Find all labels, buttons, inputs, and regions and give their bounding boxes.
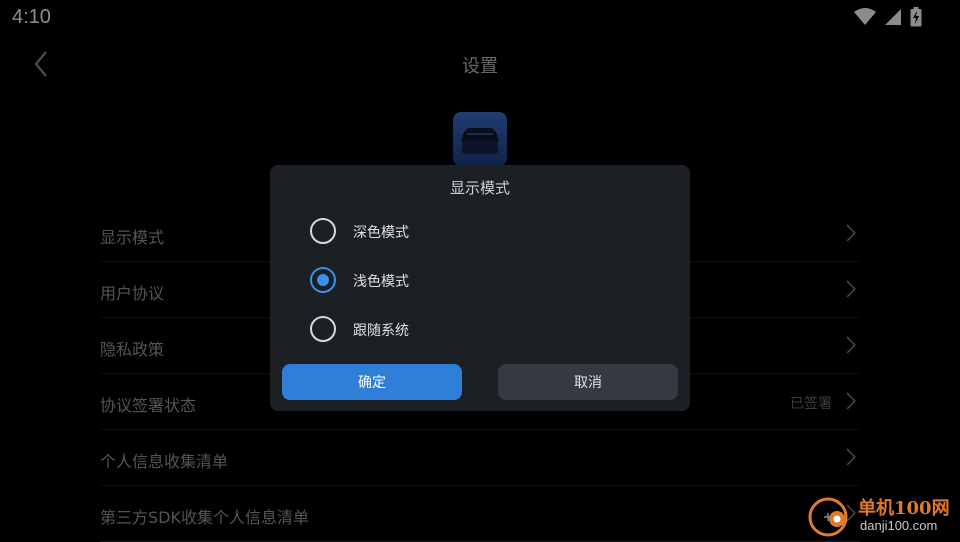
- option-label: 深色模式: [353, 225, 409, 241]
- watermark-url: danji100.com: [860, 518, 938, 533]
- option-light-mode[interactable]: 浅色模式: [310, 262, 650, 298]
- display-mode-dialog: 显示模式 深色模式 浅色模式 跟随系统 确定 取消: [270, 165, 690, 411]
- radio-button[interactable]: [310, 218, 336, 244]
- radio-button[interactable]: [310, 316, 336, 342]
- radio-button-checked[interactable]: [310, 267, 336, 293]
- confirm-button[interactable]: 确定: [282, 364, 462, 400]
- option-label: 浅色模式: [353, 274, 409, 290]
- watermark-logo-icon: [808, 497, 848, 537]
- watermark: 单机100网 danji100.com: [800, 494, 960, 540]
- watermark-text: 单机100网: [858, 498, 950, 519]
- option-dark-mode[interactable]: 深色模式: [310, 213, 650, 249]
- option-label: 跟随系统: [353, 323, 409, 339]
- dialog-title: 显示模式: [449, 179, 510, 197]
- cancel-button[interactable]: 取消: [498, 364, 678, 400]
- option-follow-system[interactable]: 跟随系统: [310, 311, 650, 347]
